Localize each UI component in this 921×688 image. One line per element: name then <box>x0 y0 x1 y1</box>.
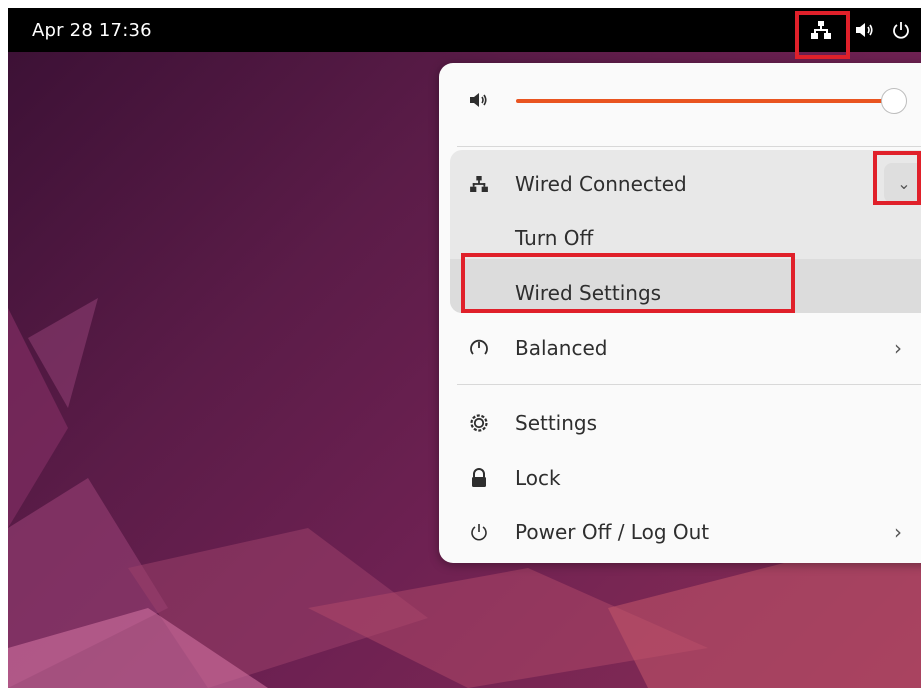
lock-item[interactable]: Lock <box>439 451 921 505</box>
settings-item[interactable]: Settings <box>439 396 921 450</box>
chevron-right-icon: › <box>894 336 902 360</box>
power-mode-icon <box>467 336 491 360</box>
volume-slider[interactable] <box>516 99 894 103</box>
power-mode-label: Balanced <box>515 336 608 360</box>
lock-icon <box>467 466 491 490</box>
settings-label: Settings <box>515 411 598 435</box>
lock-label: Lock <box>515 466 561 490</box>
power-icon <box>467 520 491 544</box>
power-tray-button[interactable] <box>886 12 916 48</box>
volume-icon <box>467 88 491 112</box>
desktop: Apr 28 17:36 Wired Connected ⌄ Turn Off … <box>8 8 921 688</box>
turn-off-item[interactable]: Turn Off <box>439 211 921 265</box>
divider <box>457 146 921 147</box>
gear-icon <box>467 411 491 435</box>
network-tray-button[interactable] <box>796 12 846 48</box>
wired-expand-button[interactable]: ⌄ <box>884 163 921 203</box>
divider <box>457 384 921 385</box>
network-wired-icon <box>467 172 491 196</box>
wired-connected-label: Wired Connected <box>515 172 687 196</box>
volume-icon <box>856 23 873 37</box>
clock[interactable]: Apr 28 17:36 <box>32 20 152 41</box>
volume-slider-knob[interactable] <box>881 88 907 114</box>
quick-settings-menu: Wired Connected ⌄ Turn Off Wired Setting… <box>439 63 921 563</box>
chevron-down-icon: ⌄ <box>897 173 911 193</box>
wired-connected-item[interactable]: Wired Connected <box>439 157 921 211</box>
power-icon <box>893 22 909 39</box>
wired-settings-item[interactable]: Wired Settings <box>439 266 921 320</box>
power-off-item[interactable]: Power Off / Log Out › <box>439 505 921 559</box>
turn-off-label: Turn Off <box>515 226 594 250</box>
chevron-right-icon: › <box>894 520 902 544</box>
top-bar: Apr 28 17:36 <box>8 8 921 52</box>
volume-tray-button[interactable] <box>850 12 880 48</box>
power-mode-item[interactable]: Balanced › <box>439 321 921 375</box>
network-wired-icon <box>811 21 831 39</box>
wired-settings-label: Wired Settings <box>515 281 662 305</box>
power-off-label: Power Off / Log Out <box>515 520 710 544</box>
